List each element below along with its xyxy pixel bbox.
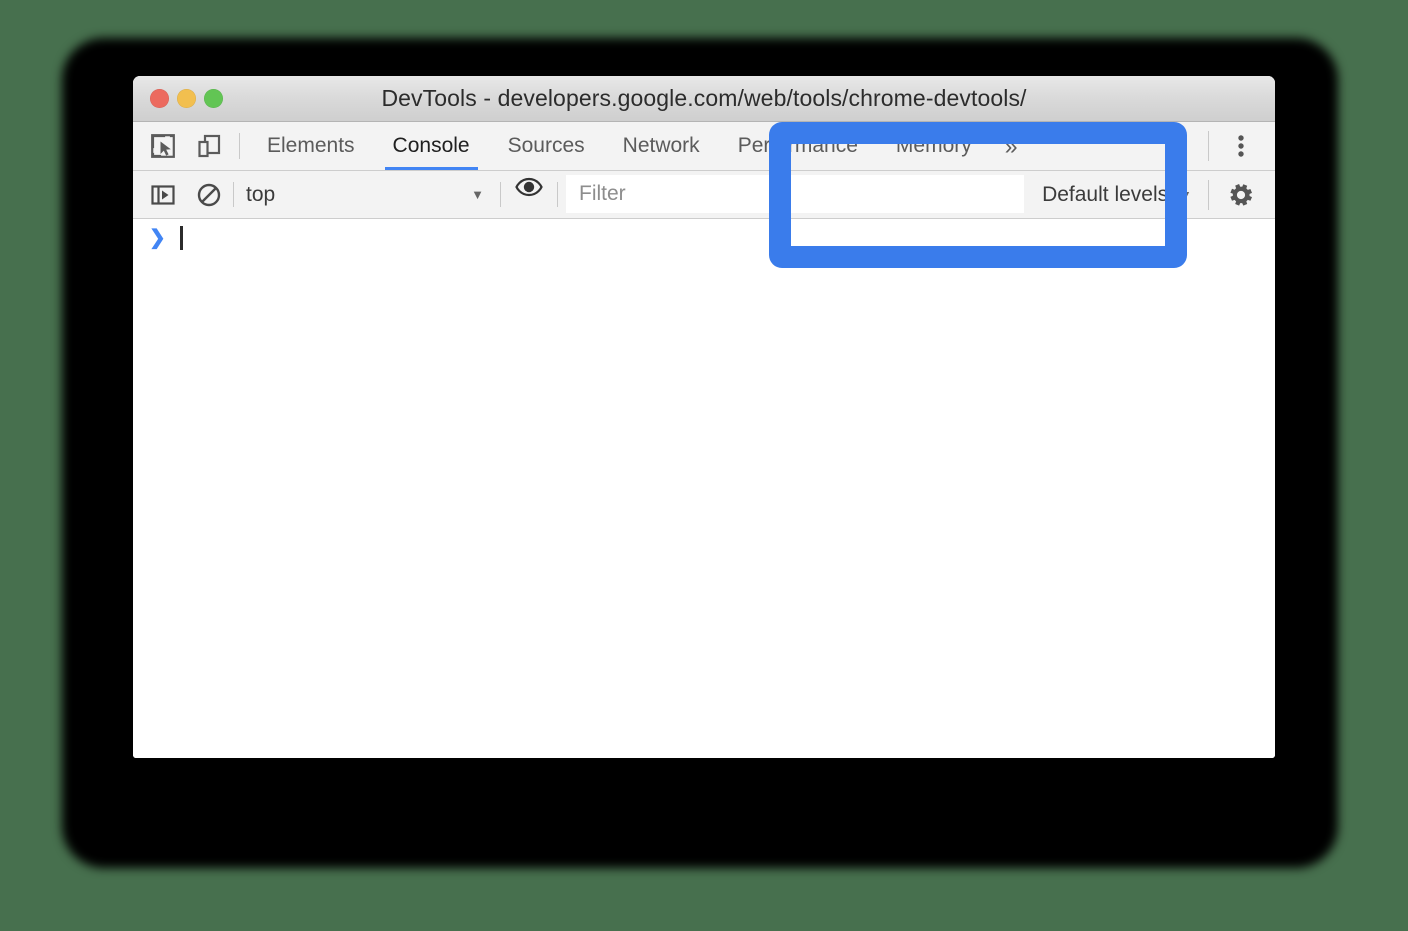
devtools-window: DevTools - developers.google.com/web/too…: [133, 76, 1275, 758]
maximize-window-button[interactable]: [204, 89, 223, 108]
settings-gear-icon[interactable]: [1225, 179, 1257, 211]
text-cursor: [179, 226, 183, 250]
log-levels-selector[interactable]: Default levels ▼: [1024, 171, 1208, 218]
tab-label: Sources: [507, 134, 585, 157]
execution-context-label: top: [246, 182, 276, 206]
filter-divider-2: [500, 182, 501, 207]
tab-console[interactable]: Console: [374, 122, 489, 170]
filter-divider-3: [557, 182, 558, 207]
tab-bar-right-divider: [1208, 131, 1209, 161]
tab-label: Console: [392, 134, 470, 157]
tab-sources[interactable]: Sources: [489, 122, 604, 170]
live-expression-icon[interactable]: [513, 171, 545, 203]
tab-elements[interactable]: Elements: [248, 122, 374, 170]
tab-overflow-chevron-icon[interactable]: »: [991, 122, 1032, 170]
execution-context-selector[interactable]: top ▼: [242, 171, 492, 218]
chevron-down-icon: ▼: [1178, 186, 1192, 203]
tab-bar-icon-group: [133, 122, 231, 170]
devtools-tab-bar: Elements Console Sources Network Perform…: [133, 122, 1275, 171]
prompt-chevron-icon: ❯: [149, 227, 166, 249]
close-window-button[interactable]: [150, 89, 169, 108]
console-filter-toolbar: top ▼ Default levels ▼: [133, 171, 1275, 219]
tab-overflow-label: »: [1004, 132, 1018, 159]
kebab-menu-icon[interactable]: [1225, 130, 1257, 162]
tab-memory[interactable]: Memory: [877, 122, 991, 170]
console-prompt-row[interactable]: ❯: [133, 219, 1275, 257]
console-output-area[interactable]: ❯: [133, 219, 1275, 758]
chevron-down-icon: ▼: [471, 187, 484, 202]
page-title: DevTools - developers.google.com/web/too…: [381, 85, 1027, 111]
tab-label: Elements: [267, 134, 355, 157]
clear-console-icon[interactable]: [193, 179, 225, 211]
minimize-window-button[interactable]: [177, 89, 196, 108]
tab-network[interactable]: Network: [604, 122, 719, 170]
filter-right-group: [1208, 171, 1275, 218]
tab-list: Elements Console Sources Network Perform…: [248, 122, 1208, 170]
title-bar: DevTools - developers.google.com/web/too…: [133, 76, 1275, 122]
tab-label: Performance: [737, 134, 858, 157]
tab-label: Network: [622, 134, 700, 157]
filter-right-divider: [1208, 179, 1209, 210]
filter-divider-1: [233, 182, 234, 207]
traffic-light-group: [150, 89, 223, 108]
filter-left-group: [133, 171, 225, 218]
log-levels-label: Default levels: [1042, 182, 1169, 206]
inspect-element-icon[interactable]: [147, 130, 179, 162]
console-sidebar-icon[interactable]: [147, 179, 179, 211]
filter-input[interactable]: [566, 175, 1025, 213]
tab-bar-right-group: [1208, 122, 1275, 170]
tab-performance[interactable]: Performance: [719, 122, 877, 170]
tab-label: Memory: [895, 134, 972, 157]
device-toolbar-icon[interactable]: [193, 130, 225, 162]
tab-bar-divider: [239, 133, 240, 159]
